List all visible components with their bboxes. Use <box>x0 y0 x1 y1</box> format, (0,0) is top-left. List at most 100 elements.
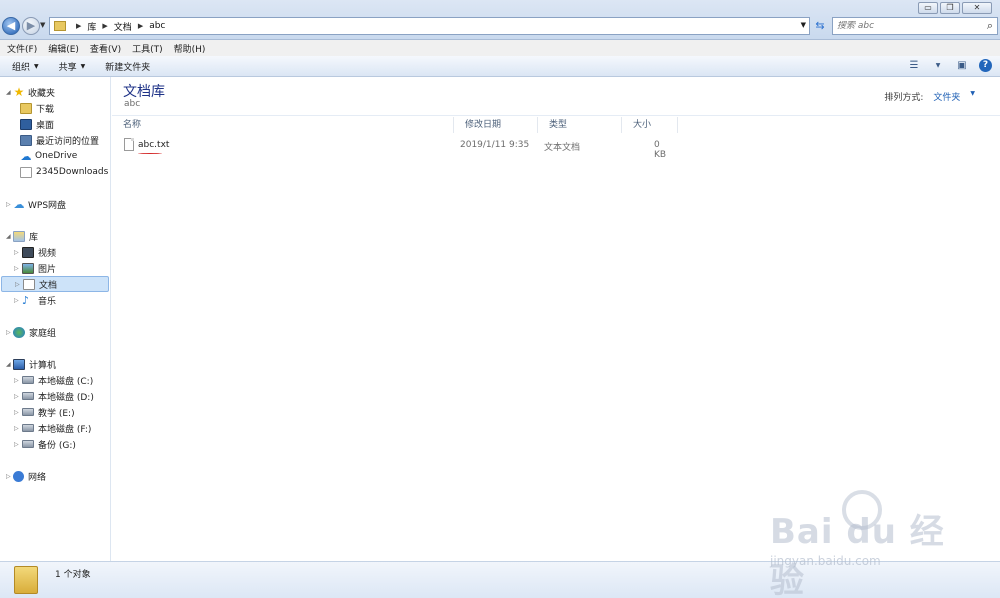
column-header-type[interactable]: 类型 <box>538 117 622 133</box>
menu-tools[interactable]: 工具(T) <box>132 42 163 55</box>
sidebar-item-label: 文档 <box>39 280 58 291</box>
sidebar-item-drive-c[interactable]: ▷ 本地磁盘 (C:) <box>0 372 110 388</box>
sidebar-item-drive-g[interactable]: ▷ 备份 (G:) <box>0 436 110 452</box>
view-mode-icon[interactable]: ☰ <box>907 59 921 72</box>
chevron-down-icon[interactable]: ▼ <box>931 59 945 72</box>
back-button[interactable]: ◀ <box>2 17 20 35</box>
arrange-by: 排列方式: 文件夹 ▼ <box>884 90 975 103</box>
desktop-icon <box>20 118 32 130</box>
hard-drive-icon <box>22 424 34 432</box>
menu-view[interactable]: 查看(V) <box>90 42 121 55</box>
expand-icon[interactable]: ▷ <box>15 281 20 288</box>
sidebar-item-libraries[interactable]: ◢ 库 <box>0 228 110 244</box>
sidebar-item-computer[interactable]: ◢ 计算机 <box>0 356 110 372</box>
breadcrumb-documents[interactable]: 文档 <box>114 20 132 33</box>
music-note-icon: ♪ <box>22 293 30 307</box>
column-header-modified[interactable]: 修改日期 <box>454 117 538 133</box>
recent-pages-dropdown-icon[interactable]: ▼ <box>40 21 45 29</box>
sidebar-item-videos[interactable]: ▷ 视频 <box>0 244 110 260</box>
expand-icon[interactable]: ▷ <box>14 265 19 272</box>
search-box[interactable]: ⌕ <box>832 17 998 35</box>
column-header-size[interactable]: 大小 <box>622 117 678 133</box>
sidebar-item-drive-e[interactable]: ▷ 教学 (E:) <box>0 404 110 420</box>
sidebar-item-recent[interactable]: 最近访问的位置 <box>0 132 110 148</box>
address-bar[interactable]: ▶ 库 ▶ 文档 ▶ abc ▼ <box>49 17 810 35</box>
video-icon <box>22 246 34 258</box>
expand-icon[interactable]: ▷ <box>14 297 19 304</box>
file-type: 文本文档 <box>544 143 581 153</box>
cloud-icon: ☁ <box>13 197 25 211</box>
expand-icon[interactable]: ▷ <box>6 329 11 336</box>
expand-icon[interactable]: ▷ <box>14 409 19 416</box>
breadcrumb-library[interactable]: 库 <box>87 20 96 33</box>
search-input[interactable] <box>837 21 977 31</box>
menu-file[interactable]: 文件(F) <box>7 42 37 55</box>
sidebar-item-label: 本地磁盘 (D:) <box>38 392 94 403</box>
expand-icon[interactable]: ▷ <box>14 441 19 448</box>
sidebar-item-network[interactable]: ▷ 网络 <box>0 468 110 484</box>
expand-icon[interactable]: ◢ <box>6 233 11 240</box>
new-folder-label: 新建文件夹 <box>105 62 151 73</box>
folder-icon <box>14 566 38 594</box>
sidebar-item-documents[interactable]: ▷ 文档 <box>1 276 109 292</box>
sidebar-item-label: 音乐 <box>38 296 57 307</box>
chevron-right-icon[interactable]: ▶ <box>76 22 81 30</box>
chevron-right-icon[interactable]: ▶ <box>138 22 143 30</box>
sidebar-item-downloads[interactable]: 下载 <box>0 100 110 116</box>
expand-icon[interactable]: ▷ <box>6 201 11 208</box>
expand-icon[interactable]: ▷ <box>14 393 19 400</box>
file-name[interactable]: abc.txt <box>138 140 169 150</box>
close-button[interactable]: ✕ <box>962 2 992 14</box>
recent-places-icon <box>20 134 32 146</box>
share-button[interactable]: 共享 ▼ <box>59 60 86 73</box>
sidebar-item-music[interactable]: ▷ ♪ 音乐 <box>0 292 110 308</box>
chevron-down-icon[interactable]: ▼ <box>801 21 806 29</box>
arrange-by-dropdown[interactable]: 文件夹 <box>933 90 960 103</box>
chevron-down-icon[interactable]: ▼ <box>970 90 975 103</box>
restore-button[interactable]: ❐ <box>940 2 960 14</box>
expand-icon[interactable]: ▷ <box>14 425 19 432</box>
sidebar-item-2345downloads[interactable]: 2345Downloads <box>0 164 110 180</box>
expand-icon[interactable]: ▷ <box>14 377 19 384</box>
sidebar-item-pictures[interactable]: ▷ 图片 <box>0 260 110 276</box>
sidebar-item-drive-d[interactable]: ▷ 本地磁盘 (D:) <box>0 388 110 404</box>
hard-drive-icon <box>22 392 34 400</box>
sidebar-item-label: 库 <box>29 232 39 243</box>
sidebar-item-label: 桌面 <box>36 120 55 131</box>
share-label: 共享 <box>58 62 77 73</box>
table-row[interactable]: abc.txt 2019/1/11 9:35 文本文档 0 KB <box>112 137 672 160</box>
folder-icon <box>20 166 32 178</box>
minimize-button[interactable]: ▭ <box>918 2 938 14</box>
search-icon[interactable]: ⌕ <box>987 19 993 33</box>
sidebar-item-desktop[interactable]: 桌面 <box>0 116 110 132</box>
refresh-icon[interactable]: ⇆ <box>812 17 828 35</box>
organize-button[interactable]: 组织 ▼ <box>12 60 39 73</box>
sidebar-item-label: 视频 <box>38 248 57 259</box>
window-controls: ▭ ❐ ✕ <box>918 2 992 14</box>
forward-button[interactable]: ▶ <box>22 17 40 35</box>
new-folder-button[interactable]: 新建文件夹 <box>105 60 150 73</box>
menu-help[interactable]: 帮助(H) <box>174 42 206 55</box>
expand-icon[interactable]: ◢ <box>6 361 11 368</box>
expand-icon[interactable]: ◢ <box>6 89 11 96</box>
menu-edit[interactable]: 编辑(E) <box>48 42 79 55</box>
expand-icon[interactable]: ▷ <box>6 473 11 480</box>
sidebar-item-label: OneDrive <box>35 151 78 161</box>
sidebar-item-label: 最近访问的位置 <box>36 136 100 147</box>
expand-icon[interactable]: ▷ <box>14 249 19 256</box>
network-icon <box>13 470 24 482</box>
sidebar-item-wps[interactable]: ▷ ☁ WPS网盘 <box>0 196 110 212</box>
sidebar-item-onedrive[interactable]: ☁ OneDrive <box>0 148 110 164</box>
sidebar-item-label: 图片 <box>38 264 57 275</box>
breadcrumb-abc[interactable]: abc <box>149 21 165 31</box>
sidebar-item-drive-f[interactable]: ▷ 本地磁盘 (F:) <box>0 420 110 436</box>
column-header-name[interactable]: 名称 <box>112 117 454 133</box>
sidebar-item-label: 下载 <box>36 104 55 115</box>
sidebar-item-favorites[interactable]: ◢ ★ 收藏夹 <box>0 84 110 100</box>
help-icon[interactable]: ? <box>979 59 992 72</box>
header-divider <box>112 115 1000 116</box>
sidebar-item-homegroup[interactable]: ▷ 家庭组 <box>0 324 110 340</box>
file-size: 0 KB <box>654 140 667 160</box>
chevron-right-icon[interactable]: ▶ <box>102 22 107 30</box>
preview-pane-icon[interactable]: ▣ <box>955 59 969 72</box>
